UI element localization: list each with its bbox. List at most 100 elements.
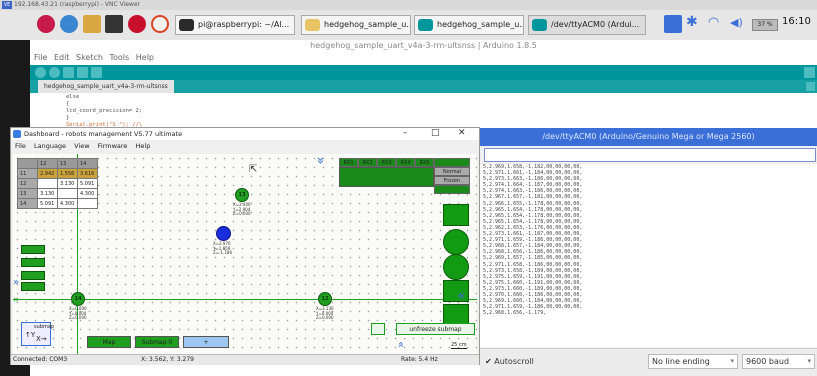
taskbar-window-arduino[interactable]: hedgehog_sample_u... xyxy=(414,15,524,35)
terminal-icon[interactable] xyxy=(105,15,123,33)
taskbar-window-serial-monitor[interactable]: /dev/ttyACM0 (Ardui... xyxy=(528,15,646,35)
mode-extra[interactable] xyxy=(434,185,470,194)
freeze-toggle[interactable] xyxy=(371,323,385,335)
tab-sketch[interactable]: hedgehog_sample_uart_v4a-3-rm-ultsnss xyxy=(38,80,174,93)
vnc-tray-icon[interactable] xyxy=(664,15,682,33)
radio-column-header[interactable]: RX3 xyxy=(377,158,396,167)
table-cell: 11 xyxy=(17,168,38,179)
dashboard-title-bar: Dashboard - robots management V5.77 ulti… xyxy=(11,128,479,140)
scale-bar: 25 cm xyxy=(451,342,467,349)
dashboard-logo-icon xyxy=(13,130,21,138)
beacon-12[interactable]: 12 xyxy=(318,292,332,306)
menu-edit[interactable]: Edit xyxy=(54,53,70,62)
serial-monitor-icon[interactable] xyxy=(804,67,815,78)
round-control-button[interactable] xyxy=(443,229,469,255)
coord-z: Z=0.000 xyxy=(233,211,251,216)
map-canvas[interactable]: 12 13 14 11 2.942 1.556 3.616 12 3.130 5… xyxy=(13,154,477,354)
table-header-cell: 14 xyxy=(77,158,98,169)
radio-column-header[interactable]: RX1 xyxy=(339,158,358,167)
table-cell: 3.616 xyxy=(77,168,98,179)
dashboard-title: Dashboard - robots management V5.77 ulti… xyxy=(24,130,183,138)
menu-help[interactable]: Help xyxy=(136,142,151,150)
taskbar-window-folder[interactable]: hedgehog_sample_u... xyxy=(301,15,411,35)
wifi-icon[interactable]: ◠ xyxy=(708,15,719,30)
checkmark-icon: ✔ xyxy=(485,357,495,366)
beacon-13[interactable]: 13 xyxy=(235,188,249,202)
submap-button[interactable]: Submap 0 xyxy=(135,336,179,348)
menu-file[interactable]: File xyxy=(34,53,47,62)
table-cell: 1.556 xyxy=(57,168,78,179)
close-icon[interactable]: ✕ xyxy=(458,128,466,139)
taskbar-window-terminal[interactable]: pi@raspberrypi: ~/Al... xyxy=(175,15,295,35)
cursor-coords: X: 3.562, Y: 3.279 xyxy=(141,356,195,363)
folder-icon xyxy=(305,19,320,31)
radio-column-header[interactable]: RX5 xyxy=(415,158,434,167)
scroll-up-icon[interactable]: » xyxy=(394,341,407,348)
menu-language[interactable]: Language xyxy=(34,142,66,150)
mode-frozen[interactable]: Frozen xyxy=(434,176,470,185)
expand-right-icon[interactable]: « xyxy=(457,288,466,304)
code-line: lcd_coord_precision= 2; xyxy=(66,108,143,114)
collapse-top-icon[interactable]: » xyxy=(312,157,327,165)
tab-menu-icon[interactable] xyxy=(806,82,815,91)
unfreeze-submap-button[interactable]: unfreeze submap xyxy=(396,323,475,335)
vnc-logo-icon: VE xyxy=(2,1,12,9)
table-cell: 3.130 xyxy=(37,188,58,199)
clock: 16:10 xyxy=(782,16,811,27)
table-row: 13 3.130 4.300 xyxy=(17,188,98,199)
radio-status-grid xyxy=(339,167,434,187)
left-panel-button[interactable] xyxy=(21,282,45,291)
left-panel-button[interactable] xyxy=(21,245,45,254)
radio-column-header[interactable]: RX4 xyxy=(396,158,415,167)
web-browser-icon[interactable] xyxy=(60,15,78,33)
help-icon[interactable] xyxy=(151,15,169,33)
beacon-14[interactable]: 14 xyxy=(71,292,85,306)
code-editor[interactable]: else { lcd_coord_precision= 2; } Serial.… xyxy=(66,94,142,129)
menu-file[interactable]: File xyxy=(15,142,26,150)
file-manager-icon[interactable] xyxy=(83,15,101,33)
open-sketch-icon[interactable] xyxy=(77,67,88,78)
table-header-cell xyxy=(17,158,38,169)
line-ending-select[interactable]: No line ending ▾ xyxy=(648,354,738,369)
radio-column-header[interactable]: RX2 xyxy=(358,158,377,167)
robot-marker[interactable] xyxy=(216,226,231,241)
table-cell: 12 xyxy=(17,178,38,189)
menu-sketch[interactable]: Sketch xyxy=(76,53,103,62)
save-sketch-icon[interactable] xyxy=(91,67,102,78)
upload-icon[interactable] xyxy=(49,67,60,78)
menu-firmware[interactable]: Firmware xyxy=(98,142,128,150)
left-panel-button[interactable] xyxy=(21,258,45,267)
baud-rate-select[interactable]: 9600 baud ▾ xyxy=(742,354,815,369)
taskbar: pi@raspberrypi: ~/Al... hedgehog_sample_… xyxy=(0,10,817,40)
submap-small-label: submap xyxy=(34,324,55,330)
mathematica-icon[interactable] xyxy=(128,15,146,33)
menu-help[interactable]: Help xyxy=(136,53,154,62)
verify-icon[interactable] xyxy=(35,67,46,78)
axis-orientation-widget[interactable]: submap ↑Y X→ xyxy=(21,322,55,346)
left-panel-button[interactable] xyxy=(21,271,45,280)
bluetooth-icon[interactable]: ✱ xyxy=(686,14,698,30)
taskbar-window-label: hedgehog_sample_u... xyxy=(437,20,524,29)
round-control-button[interactable] xyxy=(443,254,469,280)
y-axis-label: ↑Y xyxy=(25,331,36,339)
maximize-icon[interactable]: □ xyxy=(431,128,440,139)
mode-normal[interactable]: Normal xyxy=(434,167,470,176)
dashboard-window: Dashboard - robots management V5.77 ulti… xyxy=(10,127,480,365)
taskbar-window-label: hedgehog_sample_u... xyxy=(324,20,411,29)
coord-z: Z=0.000 xyxy=(69,315,87,320)
add-submap-button[interactable]: + xyxy=(183,336,229,348)
baud-rate-value: 9600 baud xyxy=(746,357,790,366)
new-sketch-icon[interactable] xyxy=(63,67,74,78)
serial-send-input[interactable] xyxy=(484,148,816,162)
expand-left-icon[interactable]: » xyxy=(13,277,19,288)
minimize-icon[interactable]: – xyxy=(403,128,408,139)
menu-tools[interactable]: Tools xyxy=(109,53,129,62)
serial-output[interactable]: 5,2.969,1.658,-1.182,00,00,00,00, 5,2.971… xyxy=(480,164,817,347)
rotate-control-button[interactable] xyxy=(443,204,469,226)
arduino-title: hedgehog_sample_uart_v4a-3-rm-ultsnss | … xyxy=(310,41,537,50)
volume-icon[interactable]: ◀) xyxy=(730,16,743,29)
autoscroll-checkbox[interactable]: ✔ Autoscroll xyxy=(485,357,534,366)
raspberry-menu-icon[interactable] xyxy=(37,15,55,33)
map-button[interactable]: Map xyxy=(87,336,131,348)
menu-view[interactable]: View xyxy=(74,142,89,150)
